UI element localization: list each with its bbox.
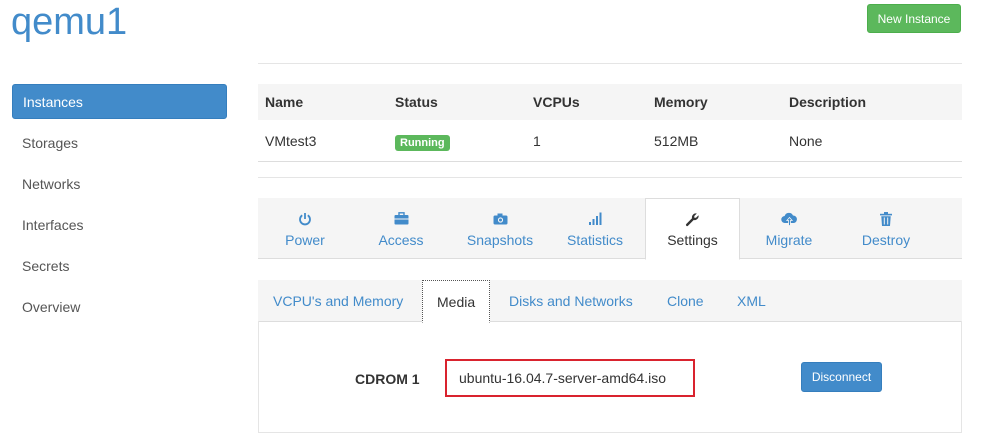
- status-badge: Running: [395, 134, 450, 151]
- settings-subtabs: VCPU's and Memory Media Disks and Networ…: [258, 280, 962, 323]
- cdrom-image-field[interactable]: ubuntu-16.04.7-server-amd64.iso: [445, 359, 695, 397]
- tab-access[interactable]: Access: [352, 198, 450, 259]
- page-title: qemu1: [11, 1, 128, 43]
- tab-power-label: Power: [285, 231, 325, 248]
- column-header-vcpus: VCPUs: [533, 94, 580, 110]
- tab-migrate[interactable]: Migrate: [741, 198, 837, 259]
- new-instance-button[interactable]: New Instance: [867, 4, 961, 33]
- sidebar-item-interfaces[interactable]: Interfaces: [12, 207, 227, 242]
- subtab-disks-networks[interactable]: Disks and Networks: [509, 280, 633, 322]
- instance-vcpus: 1: [533, 132, 541, 149]
- table-header: Name Status VCPUs Memory Description: [258, 84, 962, 120]
- table-row: VMtest3 Running 1 512MB None: [258, 120, 962, 162]
- tab-destroy-label: Destroy: [861, 231, 911, 248]
- instance-memory: 512MB: [654, 132, 699, 149]
- tab-power[interactable]: Power: [258, 198, 352, 259]
- sidebar-item-secrets[interactable]: Secrets: [12, 248, 227, 283]
- sidebar-item-networks[interactable]: Networks: [12, 166, 227, 201]
- tab-migrate-label: Migrate: [765, 231, 813, 248]
- tab-settings-label: Settings: [667, 232, 718, 248]
- sidebar-item-instances[interactable]: Instances: [12, 84, 227, 119]
- subtab-vcpu-memory[interactable]: VCPU's and Memory: [273, 280, 403, 322]
- tab-statistics[interactable]: Statistics: [550, 198, 640, 259]
- tab-destroy[interactable]: Destroy: [837, 198, 935, 259]
- subtab-xml[interactable]: XML: [737, 280, 766, 322]
- camera-icon: [493, 210, 508, 228]
- tab-statistics-label: Statistics: [566, 231, 623, 248]
- tab-settings[interactable]: Settings: [645, 198, 740, 260]
- trash-icon: [880, 210, 892, 228]
- column-header-name: Name: [265, 94, 304, 110]
- disconnect-button[interactable]: Disconnect: [801, 362, 882, 392]
- subtab-media[interactable]: Media: [422, 280, 491, 323]
- divider: [258, 177, 962, 178]
- subtab-clone[interactable]: Clone: [667, 280, 704, 322]
- instance-name: VMtest3: [265, 132, 317, 149]
- media-panel: CDROM 1 ubuntu-16.04.7-server-amd64.iso …: [258, 321, 962, 433]
- sidebar-item-overview[interactable]: Overview: [12, 289, 227, 324]
- signal-icon: [588, 210, 602, 228]
- sidebar-item-storages[interactable]: Storages: [12, 125, 227, 160]
- column-header-memory: Memory: [654, 94, 708, 110]
- tab-snapshots[interactable]: Snapshots: [450, 198, 550, 259]
- instance-table: Name Status VCPUs Memory Description VMt…: [258, 84, 962, 162]
- instance-description: None: [789, 132, 823, 149]
- column-header-description: Description: [789, 94, 867, 110]
- cloud-upload-icon: [780, 210, 798, 228]
- tab-access-label: Access: [378, 231, 424, 248]
- briefcase-icon: [394, 210, 409, 228]
- instance-tabs: Power Access Snapshots Statistics Settin…: [258, 198, 962, 260]
- wrench-icon: [685, 210, 700, 228]
- cdrom-label: CDROM 1: [355, 371, 420, 387]
- tab-snapshots-label: Snapshots: [466, 231, 534, 248]
- column-header-status: Status: [395, 94, 438, 110]
- sidebar-nav: Instances Storages Networks Interfaces S…: [12, 84, 227, 330]
- divider: [258, 63, 962, 64]
- power-icon: [298, 210, 312, 228]
- status-badge-wrap: Running: [395, 133, 450, 151]
